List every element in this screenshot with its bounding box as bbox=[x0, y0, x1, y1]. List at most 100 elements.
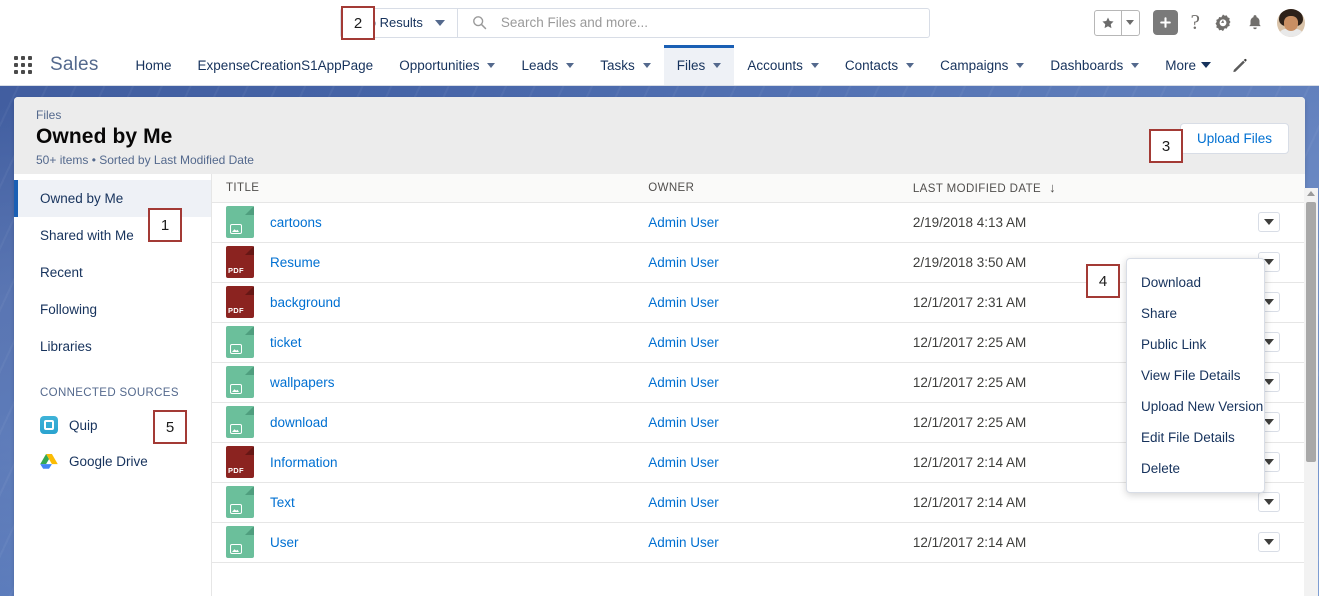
owner-link[interactable]: Admin User bbox=[648, 375, 719, 390]
nav-more-label: More bbox=[1165, 57, 1196, 73]
column-header-label: TITLE bbox=[226, 181, 260, 194]
favorites-button[interactable] bbox=[1093, 9, 1140, 36]
sidebar-item-label: Shared with Me bbox=[40, 228, 134, 243]
menu-item-public-link[interactable]: Public Link bbox=[1127, 329, 1264, 360]
nav-item-files[interactable]: Files bbox=[663, 45, 735, 85]
chevron-down-icon bbox=[1126, 20, 1135, 25]
file-title-link[interactable]: Information bbox=[270, 455, 338, 470]
app-launcher-icon bbox=[14, 56, 32, 74]
cell-owner: Admin User bbox=[634, 202, 899, 243]
file-title-link[interactable]: Text bbox=[270, 495, 295, 510]
file-title-link[interactable]: download bbox=[270, 415, 328, 430]
file-title-link[interactable]: User bbox=[270, 535, 299, 550]
owner-link[interactable]: Admin User bbox=[648, 415, 719, 430]
nav-item-label: ExpenseCreationS1AppPage bbox=[197, 57, 374, 73]
menu-item-edit-file-details[interactable]: Edit File Details bbox=[1127, 422, 1264, 453]
google-drive-icon bbox=[40, 454, 58, 469]
owner-link[interactable]: Admin User bbox=[648, 455, 719, 470]
image-file-icon bbox=[226, 486, 254, 518]
table-row[interactable]: cartoons Admin User 2/19/2018 4:13 AM bbox=[212, 202, 1305, 243]
sidebar-item-label: Owned by Me bbox=[40, 191, 124, 206]
nav-item-label: Opportunities bbox=[399, 57, 480, 73]
column-header-owner[interactable]: OWNER bbox=[634, 174, 899, 203]
sidebar-item-recent[interactable]: Recent bbox=[14, 254, 211, 291]
avatar-face bbox=[1284, 15, 1298, 31]
nav-item-opportunities[interactable]: Opportunities bbox=[386, 45, 508, 85]
column-header-title[interactable]: TITLE bbox=[212, 174, 635, 203]
help-button[interactable]: ? bbox=[1191, 12, 1200, 33]
page-header: Files Owned by Me 50+ items • Sorted by … bbox=[14, 97, 1305, 174]
nav-item-leads[interactable]: Leads bbox=[508, 45, 587, 85]
owner-link[interactable]: Admin User bbox=[648, 535, 719, 550]
search-field-wrap[interactable] bbox=[458, 9, 929, 36]
file-title-link[interactable]: Resume bbox=[270, 255, 320, 270]
nav-item-label: Campaigns bbox=[940, 57, 1009, 73]
file-title-link[interactable]: cartoons bbox=[270, 215, 322, 230]
annotation-badge-4: 4 bbox=[1086, 264, 1120, 298]
cell-title: Text bbox=[212, 482, 635, 523]
nav-item-dashboards[interactable]: Dashboards bbox=[1037, 45, 1152, 85]
scrollbar-thumb[interactable] bbox=[1306, 202, 1316, 462]
owner-link[interactable]: Admin User bbox=[648, 215, 719, 230]
cell-date: 12/1/2017 2:14 AM bbox=[898, 522, 1233, 563]
setup-button[interactable] bbox=[1213, 13, 1233, 33]
nav-item-home[interactable]: Home bbox=[123, 45, 185, 85]
menu-item-view-file-details[interactable]: View File Details bbox=[1127, 360, 1264, 391]
app-launcher-button[interactable] bbox=[0, 45, 46, 85]
file-title-link[interactable]: ticket bbox=[270, 335, 302, 350]
cell-title: PDF Information bbox=[212, 442, 635, 483]
nav-item-tasks[interactable]: Tasks bbox=[587, 45, 664, 85]
annotation-badge-3: 3 bbox=[1149, 129, 1183, 163]
global-search-bar[interactable]: Top Results bbox=[340, 7, 930, 38]
image-file-icon bbox=[226, 206, 254, 238]
column-header-label: OWNER bbox=[648, 181, 695, 194]
pdf-label: PDF bbox=[228, 306, 244, 315]
table-row[interactable]: User Admin User 12/1/2017 2:14 AM bbox=[212, 522, 1305, 563]
nav-item-campaigns[interactable]: Campaigns bbox=[927, 45, 1037, 85]
nav-item-more[interactable]: More bbox=[1152, 45, 1219, 85]
search-input[interactable] bbox=[498, 9, 919, 36]
global-actions-button[interactable] bbox=[1152, 10, 1178, 35]
row-actions-button[interactable] bbox=[1257, 492, 1280, 512]
sidebar-item-google-drive[interactable]: Google Drive bbox=[14, 443, 211, 479]
sidebar-item-following[interactable]: Following bbox=[14, 291, 211, 328]
page-header-actions: Upload Files bbox=[1179, 107, 1289, 174]
sidebar-item-libraries[interactable]: Libraries bbox=[14, 328, 211, 365]
header-icon-cluster: ? bbox=[1093, 8, 1319, 37]
cell-owner: Admin User bbox=[634, 482, 899, 523]
menu-item-share[interactable]: Share bbox=[1127, 298, 1264, 329]
file-title-link[interactable]: background bbox=[270, 295, 341, 310]
plus-icon bbox=[1159, 17, 1171, 28]
cell-actions bbox=[1232, 202, 1305, 243]
edit-navigation-button[interactable] bbox=[1219, 45, 1264, 85]
app-name[interactable]: Sales bbox=[46, 45, 123, 85]
row-actions-button[interactable] bbox=[1257, 532, 1280, 552]
nav-item-label: Files bbox=[676, 57, 706, 73]
owner-link[interactable]: Admin User bbox=[648, 335, 719, 350]
nav-item-expensecreations1apppage[interactable]: ExpenseCreationS1AppPage bbox=[185, 45, 387, 85]
owner-link[interactable]: Admin User bbox=[648, 495, 719, 510]
cell-date: 2/19/2018 4:13 AM bbox=[898, 202, 1233, 243]
menu-item-delete[interactable]: Delete bbox=[1127, 453, 1264, 484]
caret-down-icon bbox=[1263, 539, 1274, 545]
breadcrumb: Files bbox=[36, 108, 62, 122]
file-title-link[interactable]: wallpapers bbox=[270, 375, 335, 390]
owner-link[interactable]: Admin User bbox=[648, 255, 719, 270]
notifications-button[interactable] bbox=[1246, 13, 1264, 32]
table-header-row: TITLE OWNER LAST MODIFIED DATE ↓ bbox=[212, 174, 1305, 203]
owner-link[interactable]: Admin User bbox=[648, 295, 719, 310]
sidebar-source-label: Quip bbox=[69, 417, 98, 433]
page-header-text: Files Owned by Me 50+ items • Sorted by … bbox=[36, 107, 254, 174]
menu-item-download[interactable]: Download bbox=[1127, 267, 1264, 298]
upload-files-button[interactable]: Upload Files bbox=[1179, 123, 1289, 154]
vertical-scrollbar[interactable] bbox=[1304, 188, 1318, 596]
favorites-chevron-down-icon[interactable] bbox=[1120, 10, 1139, 35]
menu-item-upload-new-version[interactable]: Upload New Version bbox=[1127, 391, 1264, 422]
cell-owner: Admin User bbox=[634, 282, 899, 323]
avatar[interactable] bbox=[1277, 8, 1305, 37]
row-actions-button[interactable] bbox=[1257, 212, 1280, 232]
nav-item-contacts[interactable]: Contacts bbox=[832, 45, 927, 85]
column-header-last-modified-date[interactable]: LAST MODIFIED DATE ↓ bbox=[898, 174, 1233, 203]
nav-item-accounts[interactable]: Accounts bbox=[734, 45, 832, 85]
scroll-up-arrow-icon[interactable] bbox=[1307, 191, 1315, 196]
